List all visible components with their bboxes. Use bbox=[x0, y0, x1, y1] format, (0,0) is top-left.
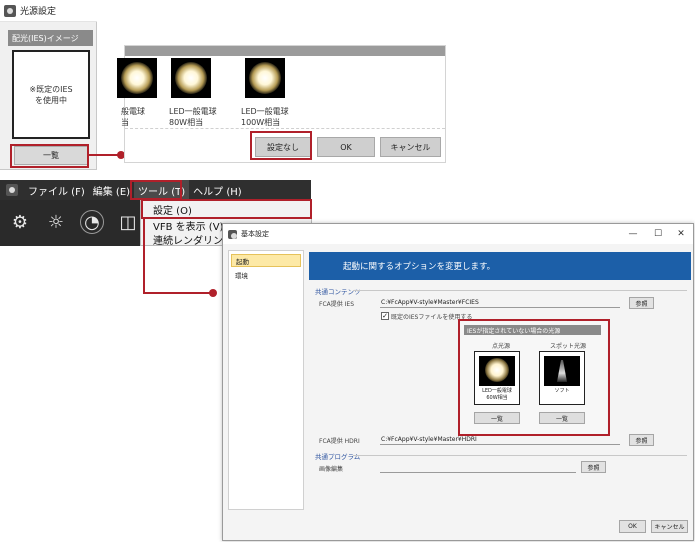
basic-settings-dialog: 基本設定 — ☐ ✕ 起動 環境 起動に関するオプションを変更します。 共通コン… bbox=[222, 223, 694, 541]
dialog-sidebar: 起動 環境 bbox=[228, 250, 304, 510]
ies-group-header: 配光(IES)イメージ bbox=[8, 30, 93, 46]
callout-box-tools-menu bbox=[130, 180, 182, 200]
ok-button[interactable]: OK bbox=[317, 137, 375, 157]
bulb-label: LED一般電球 100W相当 bbox=[241, 106, 289, 128]
ies-browse-button[interactable]: 参照 bbox=[629, 297, 654, 309]
image-editor-label: 画像編集 bbox=[319, 466, 344, 473]
callout-line bbox=[143, 292, 211, 294]
image-editor-path-field[interactable] bbox=[380, 463, 576, 473]
section-divider bbox=[353, 455, 687, 456]
strip-divider bbox=[125, 128, 445, 129]
weather-icon[interactable]: ☼ bbox=[44, 210, 68, 234]
gear-icon[interactable]: ⚙ bbox=[8, 210, 32, 234]
maximize-icon[interactable]: ☐ bbox=[648, 224, 668, 244]
callout-dot bbox=[209, 289, 217, 297]
bulb-thumbnail[interactable] bbox=[171, 58, 211, 98]
ies-preview: ※既定のIES を使用中 bbox=[12, 50, 90, 139]
bulb-label-line2: 当 bbox=[121, 118, 129, 127]
cancel-button[interactable]: キャンセル bbox=[380, 137, 441, 157]
sidebar-item-environment[interactable]: 環境 bbox=[231, 268, 301, 281]
hdri-browse-button[interactable]: 参照 bbox=[629, 434, 654, 446]
bulb-label-line1: 般電球 bbox=[121, 107, 145, 116]
bulb-label: 般電球 当 bbox=[121, 106, 145, 128]
callout-box-no-setting bbox=[250, 131, 312, 160]
menu-batch-render[interactable]: 連続レンダリング bbox=[153, 232, 233, 247]
callout-line bbox=[143, 219, 145, 294]
section-shared-programs: 共通プログラム bbox=[315, 453, 361, 461]
callout-box-default-light bbox=[458, 319, 610, 436]
minimize-icon[interactable]: — bbox=[623, 224, 643, 244]
image-editor-browse-button[interactable]: 参照 bbox=[581, 461, 606, 473]
hdri-path-field[interactable]: C:¥FcApp¥V-style¥Master¥HDRI bbox=[380, 435, 620, 445]
sidebar-item-startup[interactable]: 起動 bbox=[231, 254, 301, 267]
strip-header-bar bbox=[125, 46, 445, 56]
dialog-title: 基本設定 bbox=[241, 230, 269, 238]
ies-row-label: FCA提供 IES bbox=[319, 301, 355, 308]
dialog-cancel-button[interactable]: キャンセル bbox=[651, 520, 688, 533]
light-bulb-icon[interactable]: ◔ bbox=[80, 210, 104, 234]
bulb-label-line1: LED一般電球 bbox=[169, 107, 217, 116]
bulb-thumbnail[interactable] bbox=[245, 58, 285, 98]
bulb-label-line2: 100W相当 bbox=[241, 118, 281, 127]
menu-show-vfb[interactable]: VFB を表示 (V) bbox=[153, 218, 223, 233]
app-logo-icon bbox=[6, 184, 18, 196]
section-shared-contents: 共通コンテンツ bbox=[315, 288, 361, 296]
bulb-label-line2: 80W相当 bbox=[169, 118, 204, 127]
menu-help[interactable]: ヘルプ (H) bbox=[189, 180, 246, 200]
bulb-thumbnail[interactable] bbox=[117, 58, 157, 98]
section-divider bbox=[353, 290, 687, 291]
menu-edit[interactable]: 編集 (E) bbox=[89, 180, 134, 200]
callout-line bbox=[89, 154, 120, 156]
callout-box-list-button bbox=[10, 144, 89, 168]
toolbar: ⚙ ☼ ◔ ◫ bbox=[0, 200, 140, 246]
bulb-label-line1: LED一般電球 bbox=[241, 107, 289, 116]
app-icon bbox=[4, 4, 16, 17]
camera-icon[interactable]: ◫ bbox=[116, 210, 140, 234]
light-window-titlebar: 光源設定 bbox=[0, 0, 97, 22]
ies-preview-text-1: ※既定のIES bbox=[29, 84, 73, 94]
bulb-label: LED一般電球 80W相当 bbox=[169, 106, 217, 128]
ies-path-field[interactable]: C:¥FcApp¥V-style¥Master¥FCIES bbox=[380, 298, 620, 308]
ies-preview-text-2: を使用中 bbox=[35, 95, 67, 105]
close-icon[interactable]: ✕ bbox=[671, 224, 691, 244]
app-icon bbox=[228, 229, 237, 239]
dialog-ok-button[interactable]: OK bbox=[619, 520, 646, 533]
dialog-banner: 起動に関するオプションを変更します。 bbox=[309, 252, 691, 280]
light-window-title: 光源設定 bbox=[20, 7, 57, 17]
callout-box-settings bbox=[141, 199, 312, 219]
hdri-row-label: FCA提供 HDRI bbox=[319, 438, 360, 445]
menu-file[interactable]: ファイル (F) bbox=[24, 180, 89, 200]
default-ies-checkbox[interactable]: ✓ bbox=[381, 312, 389, 320]
